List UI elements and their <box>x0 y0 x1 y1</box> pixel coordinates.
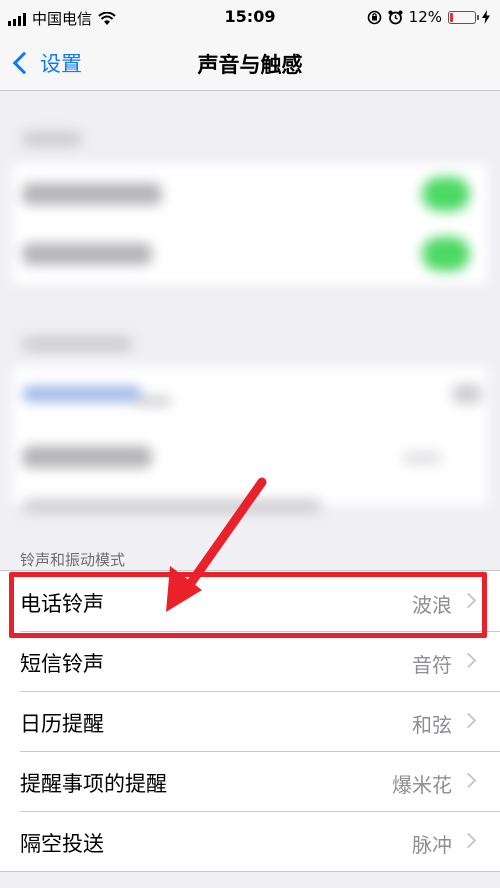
row-label: 日历提醒 <box>20 712 104 736</box>
row-label: 短信铃声 <box>20 652 104 676</box>
row-value: 脉冲 <box>412 833 452 857</box>
blurred-content <box>0 91 500 536</box>
list-row-airdrop[interactable]: 隔空投送 脉冲 <box>0 811 500 871</box>
chevron-right-icon <box>460 832 477 849</box>
status-right: 12% <box>367 8 490 26</box>
annotation-highlight-box <box>9 572 487 638</box>
battery-percent: 12% <box>408 8 442 26</box>
status-bar: 中国电信 15:09 12% <box>0 0 500 36</box>
navigation-bar: 设置 声音与触感 <box>0 36 500 91</box>
row-value: 爆米花 <box>392 773 452 797</box>
list-row-calendar-alerts[interactable]: 日历提醒 和弦 <box>0 691 500 751</box>
battery-level-fill <box>450 12 453 22</box>
chevron-right-icon <box>460 772 477 789</box>
row-label: 提醒事项的提醒 <box>20 772 167 796</box>
row-value: 和弦 <box>412 713 452 737</box>
row-value: 音符 <box>412 653 452 677</box>
row-label: 隔空投送 <box>20 832 104 856</box>
alarm-icon <box>388 10 403 24</box>
list-row-reminder-alerts[interactable]: 提醒事项的提醒 爆米花 <box>0 751 500 811</box>
section-header: 铃声和振动模式 <box>20 551 126 569</box>
charging-icon <box>482 10 490 24</box>
battery-icon <box>448 10 479 24</box>
chevron-right-icon <box>460 652 477 669</box>
list-row-text-tone[interactable]: 短信铃声 音符 <box>0 631 500 691</box>
page-title: 声音与触感 <box>197 53 303 77</box>
rotation-lock-icon <box>367 10 381 24</box>
chevron-right-icon <box>460 712 477 729</box>
